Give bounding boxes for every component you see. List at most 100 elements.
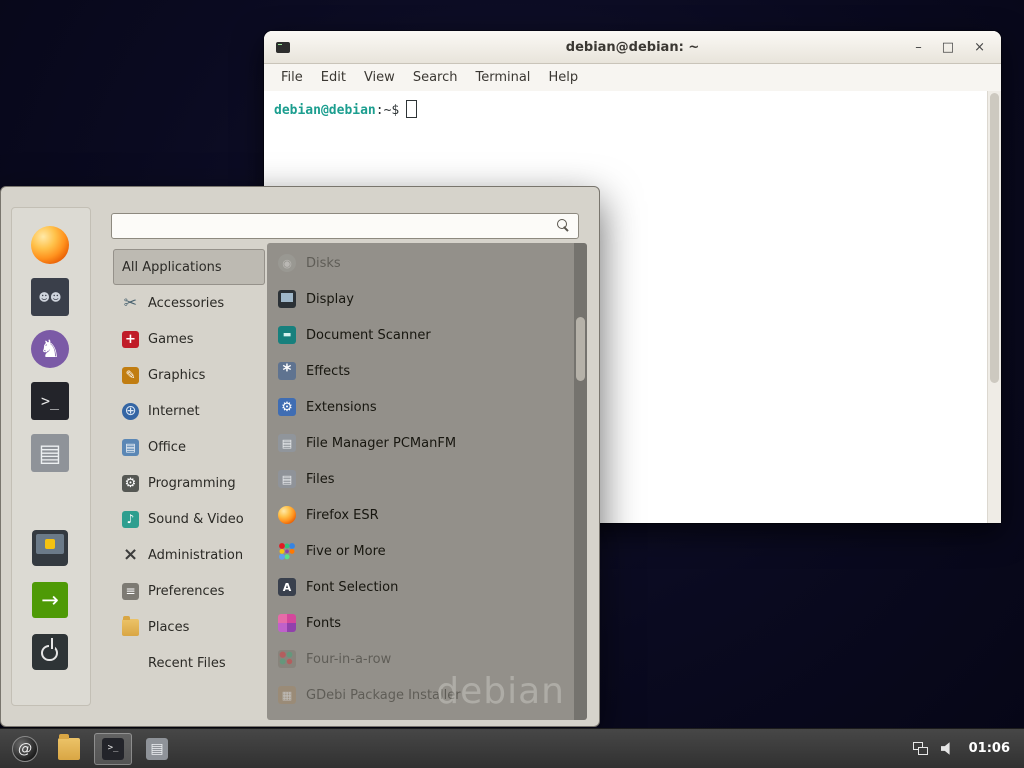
pcmanfm-icon: ▤ <box>278 434 296 452</box>
favorite-users-button[interactable]: ☻☻ <box>23 274 77 320</box>
minimize-button[interactable]: – <box>915 41 922 54</box>
app-label: Display <box>306 292 354 307</box>
app-list: ◉ Disks Display ▬Document Scanner*Effects⚙E… <box>267 243 587 713</box>
terminal-menu-help[interactable]: Help <box>539 67 587 88</box>
category-list: All Applications ✂Accessories+Games ✎ Graph… <box>113 249 265 681</box>
category-games[interactable]: +Games <box>113 321 265 357</box>
app-five-or-more[interactable]: Five or More <box>267 533 587 569</box>
category-label: Internet <box>148 404 200 419</box>
programming-icon: ⚙ <box>122 475 139 492</box>
network-icon[interactable] <box>913 741 928 756</box>
system-tray: 01:06 <box>913 741 1018 756</box>
app-list-scrollbar[interactable] <box>574 243 587 720</box>
category-all-applications[interactable]: All Applications <box>113 249 265 285</box>
graphics-icon: ✎ <box>122 367 139 384</box>
terminal-scrollbar-thumb[interactable] <box>990 93 999 383</box>
logout-button[interactable]: → <box>23 577 77 623</box>
terminal-menu-file[interactable]: File <box>272 67 312 88</box>
terminal-menu-edit[interactable]: Edit <box>312 67 355 88</box>
taskbar-file-manager-button[interactable] <box>50 733 88 765</box>
lock-screen-icon <box>32 530 68 566</box>
app-firefox-esr[interactable]: Firefox ESR <box>267 497 587 533</box>
search-bar[interactable] <box>111 213 579 239</box>
font-selection-icon: A <box>278 578 296 596</box>
category-office[interactable]: ▤Office <box>113 429 265 465</box>
app-label: GDebi Package Installer <box>306 688 461 703</box>
favorite-pidgin-button[interactable]: ♞ <box>23 326 77 372</box>
category-label: Games <box>148 332 193 347</box>
clock[interactable]: 01:06 <box>969 741 1010 756</box>
app-label: Fonts <box>306 616 341 631</box>
disks-icon: ◉ <box>278 254 296 272</box>
app-document-scanner[interactable]: ▬Document Scanner <box>267 317 587 353</box>
effects-icon: * <box>278 362 296 380</box>
display-icon <box>278 290 296 308</box>
lock-screen-button[interactable] <box>23 525 77 571</box>
files-icon: ▤ <box>146 738 168 760</box>
category-graphics[interactable]: ✎ Graphics <box>113 357 265 393</box>
tray-icons <box>913 741 956 756</box>
app-label: Disks <box>306 256 341 271</box>
category-label: Graphics <box>148 368 205 383</box>
users-icon: ☻☻ <box>31 278 69 316</box>
category-programming[interactable]: ⚙ Programming <box>113 465 265 501</box>
category-label: Preferences <box>148 584 224 599</box>
menu-icon: @ <box>12 736 38 762</box>
places-icon <box>122 619 139 636</box>
maximize-button[interactable]: □ <box>942 41 954 54</box>
category-preferences[interactable]: ≡ Preferences <box>113 573 265 609</box>
terminal-menu-search[interactable]: Search <box>404 67 467 88</box>
category-label: Recent Files <box>148 656 226 671</box>
prompt-user-host: debian@debian <box>274 103 376 118</box>
menu-button[interactable]: @ <box>6 733 44 765</box>
app-gdebi-package-installer[interactable]: ▦GDebi Package Installer <box>267 677 587 713</box>
category-places[interactable]: Places <box>113 609 265 645</box>
category-label: Programming <box>148 476 236 491</box>
app-list-panel: ◉ Disks Display ▬Document Scanner*Effects⚙E… <box>267 243 587 720</box>
terminal-titlebar[interactable]: debian@debian: ~ – □ × <box>264 31 1001 64</box>
category-administration[interactable]: ×Administration <box>113 537 265 573</box>
app-disks[interactable]: ◉ Disks <box>267 245 587 281</box>
app-label: Document Scanner <box>306 328 431 343</box>
taskbar-terminal-button[interactable]: >_ <box>94 733 132 765</box>
sound-video-icon: ♪ <box>122 511 139 528</box>
taskbar-files-button[interactable]: ▤ <box>138 733 176 765</box>
shutdown-button[interactable] <box>23 629 77 675</box>
files-icon: ▤ <box>31 434 69 472</box>
terminal-menubar: FileEditViewSearchTerminalHelp <box>264 64 1001 92</box>
app-display[interactable]: Display <box>267 281 587 317</box>
app-effects[interactable]: *Effects <box>267 353 587 389</box>
favorite-terminal-button[interactable]: >_ <box>23 378 77 424</box>
firefox-icon <box>31 226 69 264</box>
app-font-selection[interactable]: AFont Selection <box>267 569 587 605</box>
app-label: Files <box>306 472 335 487</box>
preferences-icon: ≡ <box>122 583 139 600</box>
terminal-window-icon <box>276 42 290 53</box>
app-files[interactable]: ▤Files <box>267 461 587 497</box>
terminal-menu-view[interactable]: View <box>355 67 404 88</box>
category-recent-files[interactable]: Recent Files <box>113 645 265 681</box>
app-fonts[interactable]: Fonts <box>267 605 587 641</box>
app-file-manager-pcmanfm[interactable]: ▤File Manager PCManFM <box>267 425 587 461</box>
close-button[interactable]: × <box>974 41 985 54</box>
pidgin-icon: ♞ <box>31 330 69 368</box>
category-sound-video[interactable]: ♪Sound & Video <box>113 501 265 537</box>
app-label: Extensions <box>306 400 377 415</box>
app-label: Firefox ESR <box>306 508 379 523</box>
accessories-icon: ✂ <box>122 295 139 312</box>
terminal-scrollbar[interactable] <box>987 91 1001 523</box>
category-accessories[interactable]: ✂Accessories <box>113 285 265 321</box>
favorite-firefox-button[interactable] <box>23 222 77 268</box>
app-list-scrollbar-thumb[interactable] <box>576 317 585 381</box>
favorite-files-button[interactable]: ▤ <box>23 430 77 476</box>
volume-icon[interactable] <box>941 741 956 756</box>
category-label: All Applications <box>122 260 222 275</box>
category-label: Administration <box>148 548 243 563</box>
terminal-menu-terminal[interactable]: Terminal <box>466 67 539 88</box>
taskbar: @ >_ ▤ 01:06 <box>0 728 1024 768</box>
app-four-in-a-row[interactable]: Four-in-a-row <box>267 641 587 677</box>
search-input[interactable] <box>112 214 556 238</box>
app-extensions[interactable]: ⚙Extensions <box>267 389 587 425</box>
desktop: debian@debian: ~ – □ × FileEditViewSearc… <box>0 0 1024 768</box>
category-internet[interactable]: ⊕Internet <box>113 393 265 429</box>
